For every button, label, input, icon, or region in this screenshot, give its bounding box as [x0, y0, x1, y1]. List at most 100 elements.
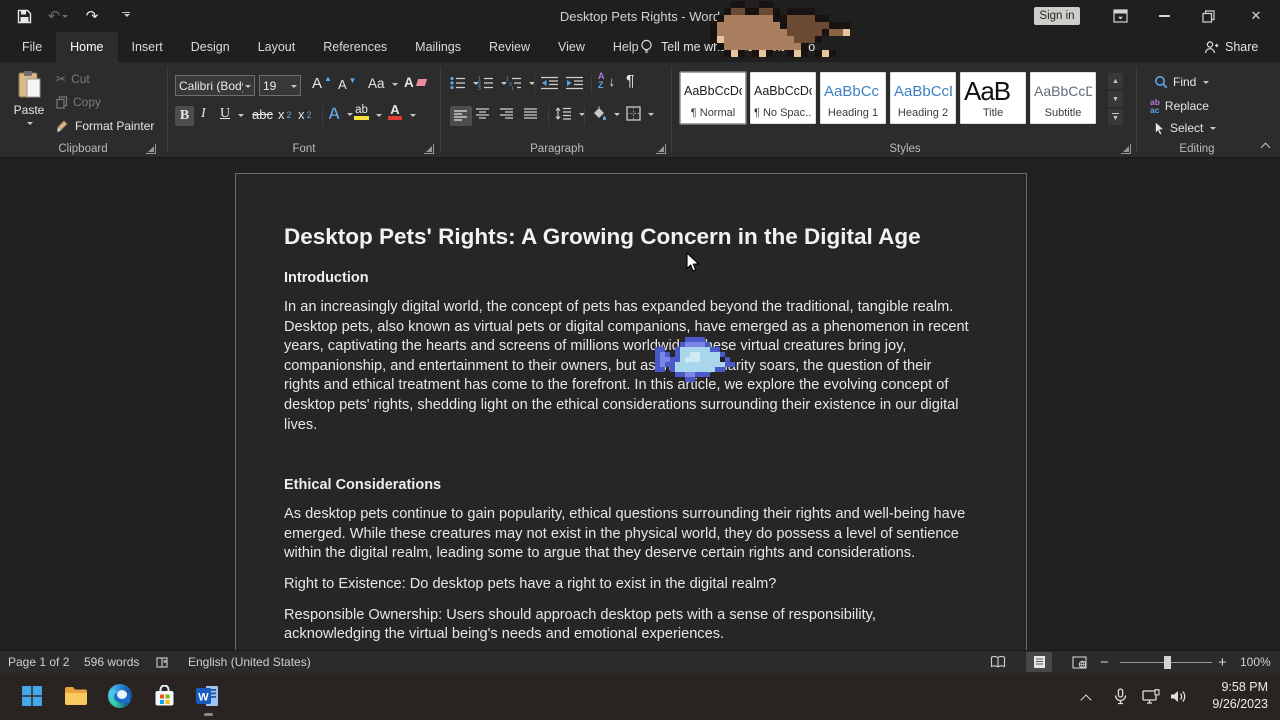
line-spacing-button[interactable] — [555, 107, 585, 120]
font-name-combo[interactable]: Calibri (Body — [175, 75, 255, 96]
minimize-button[interactable] — [1148, 0, 1180, 32]
select-button[interactable]: Select — [1154, 121, 1216, 135]
font-color-caret[interactable] — [410, 114, 416, 120]
find-button[interactable]: Find — [1154, 75, 1209, 89]
taskbar-clock[interactable]: 9:58 PM 9/26/2023 — [1212, 679, 1268, 713]
tab-layout[interactable]: Layout — [244, 32, 310, 62]
styles-more-icon[interactable]: ▼ — [1107, 108, 1124, 126]
font-dialog-launcher-icon[interactable] — [424, 144, 434, 154]
sort-button[interactable]: AZ ↓ — [598, 72, 615, 90]
zoom-level[interactable]: 100% — [1240, 651, 1271, 673]
clear-formatting-button[interactable]: A — [404, 75, 426, 90]
undo-icon[interactable]: ↶ — [48, 6, 68, 26]
align-right-button[interactable] — [500, 108, 514, 120]
volume-tray-icon[interactable] — [1170, 673, 1187, 720]
sign-in-button[interactable]: Sign in — [1034, 7, 1080, 25]
tab-home[interactable]: Home — [56, 32, 117, 62]
group-separator — [440, 66, 441, 152]
language-indicator[interactable]: English (United States) — [188, 651, 311, 673]
network-tray-icon[interactable] — [1142, 673, 1162, 720]
styles-scroll-up-icon[interactable]: ▲ — [1107, 72, 1124, 90]
word-taskbar-button[interactable]: W — [194, 682, 222, 710]
bold-button[interactable]: B — [175, 106, 194, 126]
numbering-button[interactable]: 123 — [478, 76, 507, 90]
word-count[interactable]: 596 words — [84, 651, 139, 673]
subscript-button[interactable]: x2 — [278, 107, 292, 122]
style-heading-1[interactable]: AaBbCcHeading 1 — [820, 72, 886, 124]
style-no-spac[interactable]: AaBbCcDc¶ No Spac... — [750, 72, 816, 124]
close-button[interactable]: ✕ — [1240, 0, 1272, 32]
hamster-pet-sprite[interactable] — [710, 1, 850, 57]
print-layout-button[interactable] — [1026, 651, 1052, 673]
zoom-slider[interactable] — [1120, 651, 1212, 673]
cut-button[interactable]: ✂Cut — [56, 72, 90, 86]
tab-file[interactable]: File — [8, 32, 56, 62]
tab-view[interactable]: View — [544, 32, 599, 62]
style-subtitle[interactable]: AaBbCcDSubtitle — [1030, 72, 1096, 124]
decrease-indent-button[interactable] — [541, 76, 559, 90]
shading-button[interactable] — [591, 106, 620, 121]
text-effects-button[interactable]: A — [328, 104, 353, 124]
lightbulb-icon — [640, 39, 653, 55]
tab-review[interactable]: Review — [475, 32, 544, 62]
copy-button[interactable]: Copy — [56, 95, 101, 109]
web-layout-button[interactable] — [1066, 651, 1092, 673]
start-button[interactable] — [18, 682, 46, 710]
align-left-button[interactable] — [450, 106, 472, 126]
proofing-status-icon[interactable] — [155, 651, 169, 673]
redo-icon[interactable]: ↷ — [82, 6, 102, 26]
tab-mailings[interactable]: Mailings — [401, 32, 475, 62]
shrink-font-button[interactable]: A▼ — [338, 77, 360, 92]
edge-browser-button[interactable] — [106, 682, 134, 710]
tab-insert[interactable]: Insert — [118, 32, 177, 62]
font-color-button[interactable]: A — [388, 104, 402, 120]
style-heading-2[interactable]: AaBbCcDHeading 2 — [890, 72, 956, 124]
superscript-button[interactable]: x2 — [298, 107, 312, 122]
bullets-button[interactable] — [450, 76, 479, 90]
paragraph-dialog-launcher-icon[interactable] — [656, 144, 666, 154]
zoom-in-button[interactable]: + — [1218, 651, 1227, 673]
highlight-color-button[interactable]: ab — [354, 105, 369, 120]
borders-button[interactable] — [626, 106, 654, 121]
file-explorer-button[interactable] — [62, 682, 90, 710]
replace-button[interactable]: abac Replace — [1150, 98, 1209, 114]
styles-scroll-down-icon[interactable]: ▼ — [1107, 90, 1124, 108]
styles-dialog-launcher-icon[interactable] — [1121, 144, 1131, 154]
show-hide-pilcrow-button[interactable]: ¶ — [626, 73, 635, 91]
strikethrough-button[interactable]: abc — [252, 107, 273, 122]
share-button[interactable]: Share — [1204, 32, 1258, 62]
document-page[interactable]: Desktop Pets' Rights: A Growing Concern … — [235, 173, 1027, 650]
style-normal[interactable]: AaBbCcDc¶ Normal — [680, 72, 746, 124]
clipboard-group: Paste ✂Cut Copy Format Painter Clipboard — [0, 62, 166, 158]
microsoft-store-button[interactable] — [150, 682, 178, 710]
highlight-caret[interactable] — [376, 114, 382, 120]
justify-button[interactable] — [524, 108, 538, 120]
underline-button[interactable]: U — [220, 106, 230, 122]
zoom-out-button[interactable]: − — [1100, 651, 1109, 673]
collapse-ribbon-icon[interactable] — [1260, 143, 1272, 151]
microphone-tray-icon[interactable] — [1114, 673, 1127, 720]
tray-chevron-icon[interactable] — [1082, 673, 1090, 720]
restore-button[interactable] — [1192, 0, 1224, 32]
fish-pet-sprite[interactable] — [655, 337, 735, 382]
italic-button[interactable]: I — [201, 106, 206, 122]
format-painter-button[interactable]: Format Painter — [56, 119, 154, 133]
align-center-button[interactable] — [476, 108, 490, 120]
multilevel-list-button[interactable]: 1ai — [506, 76, 535, 90]
tab-references[interactable]: References — [309, 32, 401, 62]
increase-indent-button[interactable] — [566, 76, 584, 90]
tab-design[interactable]: Design — [177, 32, 244, 62]
underline-caret[interactable] — [238, 114, 244, 120]
grow-font-button[interactable]: A▲ — [312, 75, 335, 92]
ribbon-display-options-icon[interactable] — [1104, 0, 1136, 32]
clipboard-dialog-launcher-icon[interactable] — [146, 144, 156, 154]
change-case-button[interactable]: Aa — [368, 76, 398, 91]
save-icon[interactable] — [14, 6, 34, 26]
style-title[interactable]: AaBTitle — [960, 72, 1026, 124]
customize-qat-icon[interactable] — [116, 6, 136, 26]
zoom-slider-thumb[interactable] — [1164, 656, 1171, 669]
page-indicator[interactable]: Page 1 of 2 — [8, 651, 69, 673]
read-mode-button[interactable] — [985, 651, 1011, 673]
paste-button[interactable]: Paste — [8, 70, 50, 150]
font-size-combo[interactable]: 19 — [259, 75, 301, 96]
